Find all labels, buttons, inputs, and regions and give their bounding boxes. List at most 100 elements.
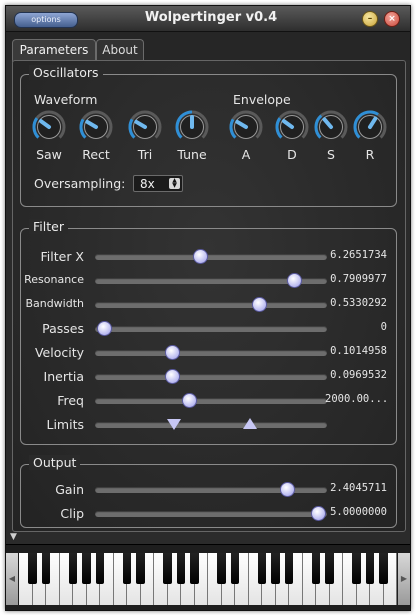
velocity-slider-handle[interactable] xyxy=(164,345,180,360)
inertia-label: Inertia xyxy=(43,369,84,384)
freq-slider[interactable] xyxy=(95,398,327,404)
filter-x-slider[interactable] xyxy=(95,254,327,260)
black-key[interactable] xyxy=(352,553,361,584)
window-title: Wolpertinger v0.4 xyxy=(144,10,278,25)
passes-label: Passes xyxy=(42,321,84,336)
clip-slider-handle[interactable] xyxy=(310,506,326,521)
keys-area[interactable] xyxy=(19,553,397,605)
bandwidth-label: Bandwidth xyxy=(25,297,84,310)
black-key[interactable] xyxy=(122,553,132,584)
output-group: Output Gain 2.4045711 Clip 5.0000000 xyxy=(20,455,397,528)
black-key[interactable] xyxy=(230,553,240,584)
inertia-slider-handle[interactable] xyxy=(164,369,180,384)
tab-bar: Parameters About xyxy=(6,32,410,62)
velocity-slider[interactable] xyxy=(95,350,327,356)
clip-label: Clip xyxy=(60,506,84,521)
knob-label-s: S xyxy=(327,147,335,162)
black-key[interactable] xyxy=(217,553,226,584)
title-bar[interactable]: options Wolpertinger v0.4 – × xyxy=(6,6,410,32)
clip-value: 5.0000000 xyxy=(330,506,387,518)
black-key[interactable] xyxy=(163,553,172,584)
passes-slider-handle[interactable] xyxy=(97,321,113,336)
velocity-label: Velocity xyxy=(34,345,84,360)
black-key[interactable] xyxy=(379,553,388,584)
inertia-slider[interactable] xyxy=(95,374,327,380)
filter-x-slider-handle[interactable] xyxy=(193,249,209,264)
limits-label: Limits xyxy=(46,417,85,432)
close-button[interactable]: × xyxy=(384,11,400,27)
knob-s[interactable] xyxy=(313,109,349,145)
plugin-window: options Wolpertinger v0.4 – × Parameters… xyxy=(5,5,411,611)
freq-value: 2000.00... xyxy=(325,393,389,405)
black-key[interactable] xyxy=(136,553,145,584)
black-key[interactable] xyxy=(365,553,375,584)
bandwidth-slider[interactable] xyxy=(95,302,327,308)
resonance-label: Resonance xyxy=(24,273,84,286)
minimize-button[interactable]: – xyxy=(362,11,378,27)
black-key[interactable] xyxy=(28,553,37,584)
gain-label: Gain xyxy=(55,482,84,497)
oscillators-group: Oscillators Waveform Envelope Saw Rect Tri… xyxy=(20,65,397,207)
knob-d[interactable] xyxy=(274,109,310,145)
bandwidth-value: 0.5330292 xyxy=(330,297,387,309)
knob-rect[interactable] xyxy=(78,109,114,145)
tab-parameters[interactable]: Parameters xyxy=(12,39,96,62)
black-key[interactable] xyxy=(271,553,280,584)
envelope-title: Envelope xyxy=(233,92,291,107)
limits-slider[interactable] xyxy=(95,422,327,428)
oversampling-label: Oversampling: xyxy=(34,176,126,191)
gain-slider-handle[interactable] xyxy=(280,482,296,497)
output-title: Output xyxy=(29,455,81,470)
parameters-panel: Oscillators Waveform Envelope Saw Rect Tri… xyxy=(12,60,406,532)
knob-label-saw: Saw xyxy=(36,147,62,162)
velocity-value: 0.1014958 xyxy=(330,345,387,357)
freq-slider-handle[interactable] xyxy=(182,393,198,408)
expander-arrow-icon[interactable]: ▼ xyxy=(10,532,17,542)
oversampling-value: 8x xyxy=(140,177,155,191)
bandwidth-slider-handle[interactable] xyxy=(251,297,267,312)
passes-slider[interactable] xyxy=(95,326,327,332)
filter-x-value: 6.2651734 xyxy=(330,249,387,261)
black-key[interactable] xyxy=(95,553,105,584)
knob-r[interactable] xyxy=(352,109,388,145)
resonance-value: 0.7909977 xyxy=(330,273,387,285)
black-key[interactable] xyxy=(325,553,334,584)
black-key[interactable] xyxy=(284,553,294,584)
knob-label-tri: Tri xyxy=(137,147,153,162)
knob-tune[interactable] xyxy=(174,109,210,145)
inertia-value: 0.0969532 xyxy=(330,369,387,381)
black-key[interactable] xyxy=(176,553,186,584)
knob-saw[interactable] xyxy=(31,109,67,145)
black-key[interactable] xyxy=(311,553,321,584)
filter-x-label: Filter X xyxy=(40,249,85,264)
tab-about[interactable]: About xyxy=(96,39,144,61)
resonance-slider-handle[interactable] xyxy=(286,273,302,288)
knob-a[interactable] xyxy=(228,109,264,145)
scroll-right-button[interactable]: ▶ xyxy=(398,553,410,605)
knob-label-a: A xyxy=(241,147,251,162)
clip-slider[interactable] xyxy=(95,511,327,517)
black-key[interactable] xyxy=(257,553,267,584)
limits-high-handle[interactable] xyxy=(243,418,258,429)
oversampling-select[interactable]: 8x ▲ ▼ xyxy=(133,175,183,192)
knob-label-tune: Tune xyxy=(177,147,207,162)
oscillators-title: Oscillators xyxy=(29,65,103,80)
knob-tri[interactable] xyxy=(127,109,163,145)
piano-keyboard[interactable]: ◀ ▶ xyxy=(6,544,410,610)
black-key[interactable] xyxy=(82,553,91,584)
black-key[interactable] xyxy=(41,553,51,584)
filter-title: Filter xyxy=(29,219,68,234)
black-key[interactable] xyxy=(68,553,78,584)
filter-group: Filter Filter X 6.2651734 Resonance 0.79099… xyxy=(20,219,397,445)
knob-label-r: R xyxy=(365,147,375,162)
passes-value: 0 xyxy=(380,321,387,333)
gain-value: 2.4045711 xyxy=(330,482,387,494)
black-key[interactable] xyxy=(190,553,199,584)
waveform-title: Waveform xyxy=(34,92,98,107)
knob-label-rect: Rect xyxy=(82,147,110,162)
scroll-left-button[interactable]: ◀ xyxy=(6,553,18,605)
freq-label: Freq xyxy=(57,393,84,408)
knob-label-d: D xyxy=(287,147,297,162)
options-button[interactable]: options xyxy=(14,12,78,28)
limits-low-handle[interactable] xyxy=(166,419,181,430)
